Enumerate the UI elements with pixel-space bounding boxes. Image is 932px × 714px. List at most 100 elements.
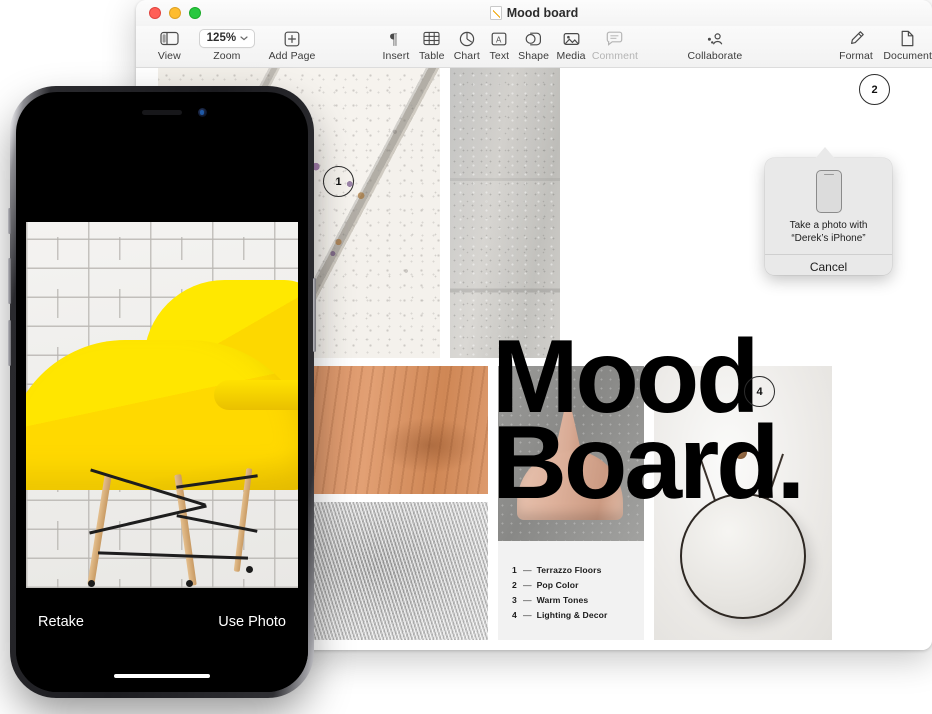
text-box-icon: A [491,29,507,48]
earpiece-speaker-icon [142,110,182,115]
power-button[interactable] [313,278,316,352]
toolbar-add-page-button[interactable]: Add Page [267,26,317,62]
toolbar-insert-button[interactable]: ¶ Insert [379,26,413,62]
chair-foot [246,566,253,573]
toolbar-comment-label: Comment [591,50,639,62]
svg-text:A: A [496,35,502,44]
volume-up-button[interactable] [8,258,11,304]
plus-square-icon [284,29,300,48]
toolbar-view-button[interactable]: View [150,26,189,62]
toolbar-collaborate-button[interactable]: Collaborate [685,26,745,62]
comment-bubble-icon [606,29,623,48]
chair-armrest [214,380,298,410]
toolbar-comment-button[interactable]: Comment [591,26,639,62]
legend-text: Warm Tones [536,595,589,606]
window-titlebar: Mood board [136,0,932,26]
take-photo-popover: Take a photo with “Derek’s iPhone” Cance… [765,158,892,275]
shape-icon [525,29,542,48]
legend-dash: — [523,580,532,591]
toolbar-add-page-label: Add Page [268,50,316,62]
toolbar-text-button[interactable]: A Text [485,26,514,62]
heading-line-2[interactable]: Board. [492,411,805,515]
list-item: 1 — Terrazzo Floors [498,563,644,578]
callout-badge-4[interactable]: 4 [744,376,775,407]
callout-badge-2[interactable]: 2 [859,74,890,105]
toolbar-chart-label: Chart [453,50,480,62]
cancel-button[interactable]: Cancel [765,255,892,280]
toolbar: View 125% Zoom Add Page ¶ Insert Table C… [136,26,932,68]
phone-screen[interactable]: Retake Use Photo [16,92,308,692]
chair-seat [26,340,298,490]
image-fur-rug[interactable] [306,502,488,640]
list-item: 4 — Lighting & Decor [498,608,644,623]
camera-action-bar: Retake Use Photo [16,588,308,692]
toolbar-view-label: View [157,50,181,62]
volume-down-button[interactable] [8,320,11,366]
popover-prompt-line2: “Derek’s iPhone” [791,232,866,244]
legend-text: Lighting & Decor [536,610,608,621]
legend-dash: — [523,565,532,576]
legend-dash: — [523,610,532,621]
list-item: 2 — Pop Color [498,578,644,593]
tile-gutter-v1 [440,68,450,358]
image-concrete-wall[interactable] [450,68,560,358]
iphone-icon [815,170,842,213]
popover-prompt: Take a photo with “Derek’s iPhone” [765,220,892,246]
legend-text: Terrazzo Floors [536,565,602,576]
iphone-device: Retake Use Photo [8,82,316,702]
silent-switch[interactable] [8,208,11,234]
toolbar-text-label: Text [489,50,510,62]
toolbar-media-button[interactable]: Media [553,26,588,62]
toolbar-shape-button[interactable]: Shape [516,26,551,62]
toolbar-zoom-label: Zoom [213,50,241,62]
toolbar-table-label: Table [418,50,445,62]
legend-number: 3 [512,595,517,606]
toolbar-chart-button[interactable]: Chart [451,26,483,62]
retake-button[interactable]: Retake [38,614,84,630]
front-camera-icon [198,108,207,117]
table-icon [423,29,440,48]
tile-gutter-v5 [832,366,932,640]
toolbar-insert-label: Insert [382,50,410,62]
chevron-down-icon [240,35,248,40]
popover-prompt-line1: Take a photo with [789,220,868,231]
photo-preview [26,222,298,588]
legend-number: 4 [512,610,517,621]
paintbrush-icon [848,29,865,48]
legend-number: 2 [512,580,517,591]
sidebar-icon [160,29,179,48]
toolbar-zoom-control[interactable]: 125% Zoom [198,26,256,62]
toolbar-shape-label: Shape [518,50,550,62]
legend-text: Pop Color [536,580,579,591]
legend-list: 1 — Terrazzo Floors 2 — Pop Color 3 — Wa… [498,541,644,640]
toolbar-document-label: Document [883,50,932,62]
use-photo-button[interactable]: Use Photo [218,614,286,630]
zoom-dropdown[interactable]: 125% [198,29,256,48]
pages-document-icon [489,6,502,20]
toolbar-document-button[interactable]: Document [883,26,932,62]
list-item: 3 — Warm Tones [498,593,644,608]
screenshot-root: Mood board View 125% Zoom Add Page ¶ Ins… [0,0,932,714]
photo-icon [563,29,580,48]
image-wood-grain[interactable] [306,366,488,494]
pilcrow-icon: ¶ [389,29,403,48]
toolbar-table-button[interactable]: Table [415,26,449,62]
callout-badge-1[interactable]: 1 [323,166,354,197]
collaborate-icon [705,29,725,48]
chair-foot [88,580,95,587]
window-title: Mood board [136,0,932,26]
zoom-value: 125% [206,32,237,44]
tile-gutter-h2 [306,494,488,502]
legend-dash: — [523,595,532,606]
home-indicator[interactable] [114,673,210,678]
toolbar-collaborate-label: Collaborate [687,50,743,62]
legend-number: 1 [512,565,517,576]
toolbar-format-button[interactable]: Format [837,26,876,62]
toolbar-format-label: Format [839,50,873,62]
document-title-text: Mood board [506,6,579,20]
chair-foot [186,580,193,587]
chart-pie-icon [459,29,475,48]
svg-text:¶: ¶ [390,31,398,47]
document-icon [900,29,915,48]
toolbar-media-label: Media [556,50,586,62]
